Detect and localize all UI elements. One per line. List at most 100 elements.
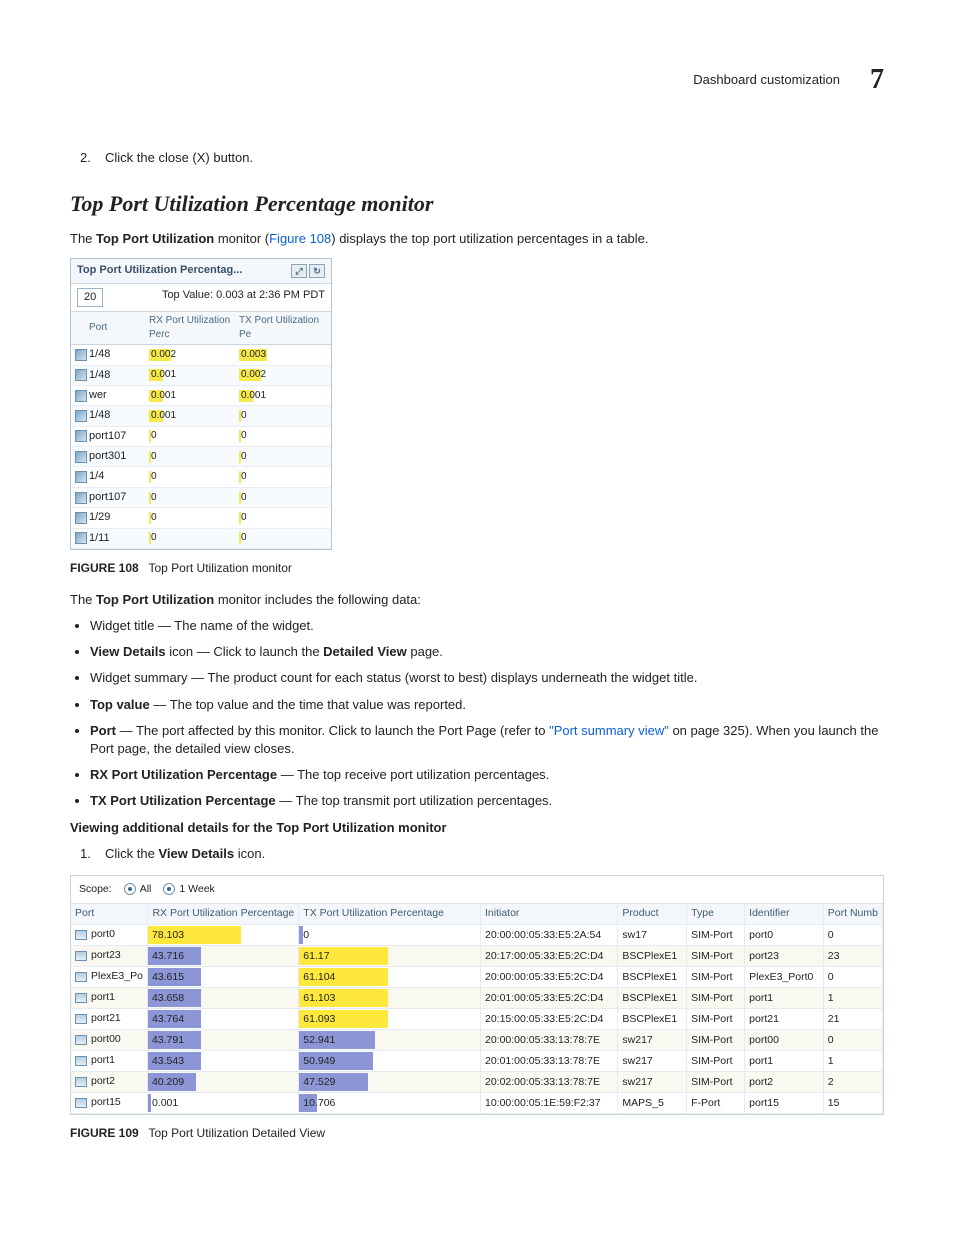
refresh-icon[interactable]: ↻ (309, 264, 325, 278)
rx-cell: 43.791 (148, 1030, 299, 1051)
port-cell: port1 (71, 1051, 148, 1072)
port-name: wer (89, 388, 149, 403)
widget-row[interactable]: 1/1100 (71, 529, 331, 549)
port-cell: PlexE3_Po (71, 967, 148, 988)
type-cell: SIM-Port (687, 988, 745, 1009)
step-text: Click the close (X) button. (105, 149, 253, 167)
tx-cell: 52.941 (299, 1030, 481, 1051)
view-details-icon[interactable]: ⤢ (291, 264, 307, 278)
col-product[interactable]: Product (618, 904, 687, 925)
col-initiator[interactable]: Initiator (480, 904, 617, 925)
col-identifier[interactable]: Identifier (745, 904, 824, 925)
col-tx[interactable]: TX Port Utilization Percentage (299, 904, 481, 925)
scope-radio-all[interactable]: All (124, 882, 152, 897)
tx-cell: 0 (239, 531, 329, 545)
initiator-cell: 20:15:00:05:33:E5:2C:D4 (480, 1009, 617, 1030)
port-icon (75, 349, 87, 361)
header-number: 7 (870, 60, 884, 99)
table-row[interactable]: port078.103020:00:00:05:33:E5:2A:54sw17S… (71, 924, 883, 946)
widget-row[interactable]: 1/400 (71, 467, 331, 487)
widget-row[interactable]: port10700 (71, 488, 331, 508)
tx-cell: 61.093 (299, 1009, 481, 1030)
table-row[interactable]: port2143.76461.09320:15:00:05:33:E5:2C:D… (71, 1009, 883, 1030)
rx-cell: 0 (149, 450, 239, 464)
type-cell: SIM-Port (687, 946, 745, 967)
widget-row[interactable]: port30100 (71, 447, 331, 467)
col-port-num[interactable]: Port Numb (823, 904, 882, 925)
table-row[interactable]: PlexE3_Po43.61561.10420:00:00:05:33:E5:2… (71, 967, 883, 988)
widget-row[interactable]: port10700 (71, 427, 331, 447)
port-name: port301 (89, 449, 149, 464)
top-port-utilization-detailed-view: Scope: All 1 Week Port RX Port Utilizati… (70, 875, 884, 1115)
identifier-cell: PlexE3_Port0 (745, 967, 824, 988)
product-cell: BSCPlexE1 (618, 946, 687, 967)
port-cell: port15 (71, 1093, 148, 1114)
tx-cell: 0 (299, 924, 481, 946)
initiator-cell: 20:00:00:05:33:E5:2C:D4 (480, 967, 617, 988)
rx-cell: 43.543 (148, 1051, 299, 1072)
figure-108-link[interactable]: Figure 108 (269, 231, 331, 246)
table-row[interactable]: port0043.79152.94120:00:00:05:33:13:78:7… (71, 1030, 883, 1051)
widget-table-header: Port RX Port Utilization Perc TX Port Ut… (71, 312, 331, 345)
port-cell: port0 (71, 925, 148, 946)
widget-row[interactable]: 1/480.0020.003 (71, 345, 331, 365)
initiator-cell: 20:00:00:05:33:13:78:7E (480, 1030, 617, 1051)
col-port[interactable]: Port (71, 904, 148, 925)
col-type[interactable]: Type (687, 904, 745, 925)
widget-row[interactable]: 1/480.0010.002 (71, 366, 331, 386)
port-cell: port1 (71, 988, 148, 1009)
identifier-cell: port23 (745, 946, 824, 967)
table-row[interactable]: port150.00110.70610:00:00:05:1E:59:F2:37… (71, 1093, 883, 1114)
feature-bullets: Widget title — The name of the widget. V… (90, 617, 884, 811)
bullet-tx: TX Port Utilization Percentage — The top… (90, 792, 884, 810)
rx-cell: 0 (149, 429, 239, 443)
port-icon (75, 972, 87, 982)
widget-top-value: Top Value: 0.003 at 2:36 PM PDT (162, 288, 325, 307)
rx-cell: 43.764 (148, 1009, 299, 1030)
rx-cell: 0.001 (148, 1093, 299, 1114)
step-number: 1. (80, 845, 95, 863)
port-name: 1/29 (89, 510, 149, 525)
rx-cell: 0 (149, 531, 239, 545)
rx-cell: 0.002 (149, 348, 239, 362)
table-row[interactable]: port2343.71661.1720:17:00:05:33:E5:2C:D4… (71, 946, 883, 967)
page-header: Dashboard customization 7 (70, 60, 884, 99)
col-rx: RX Port Utilization Perc (149, 314, 239, 342)
bullet-view-details: View Details icon — Click to launch the … (90, 643, 884, 661)
widget-row[interactable]: 1/480.0010 (71, 406, 331, 426)
port-num-cell: 21 (823, 1009, 882, 1030)
widget-row[interactable]: wer0.0010.001 (71, 386, 331, 406)
table-row[interactable]: port143.54350.94920:01:00:05:33:13:78:7E… (71, 1051, 883, 1072)
product-cell: BSCPlexE1 (618, 988, 687, 1009)
port-icon (75, 1035, 87, 1045)
port-icon (75, 410, 87, 422)
port-cell: port21 (71, 1009, 148, 1030)
tx-cell: 0.003 (239, 348, 329, 362)
rx-cell: 0.001 (149, 389, 239, 403)
figure-109-caption: FIGURE 109 Top Port Utilization Detailed… (70, 1125, 884, 1142)
col-rx[interactable]: RX Port Utilization Percentage (148, 904, 299, 925)
port-icon (75, 951, 87, 961)
scope-radio-1week[interactable]: 1 Week (163, 882, 214, 897)
table-row[interactable]: port143.65861.10320:01:00:05:33:E5:2C:D4… (71, 988, 883, 1009)
port-icon (75, 1098, 87, 1108)
rx-cell: 0.001 (149, 409, 239, 423)
port-icon (75, 1014, 87, 1024)
header-title: Dashboard customization (693, 71, 840, 89)
tx-cell: 0 (239, 470, 329, 484)
rx-cell: 0.001 (149, 368, 239, 382)
product-cell: sw217 (618, 1051, 687, 1072)
product-cell: BSCPlexE1 (618, 967, 687, 988)
product-cell: sw17 (618, 924, 687, 946)
initiator-cell: 20:01:00:05:33:E5:2C:D4 (480, 988, 617, 1009)
port-name: 1/48 (89, 408, 149, 423)
table-row[interactable]: port240.20947.52920:02:00:05:33:13:78:7E… (71, 1072, 883, 1093)
product-cell: sw217 (618, 1072, 687, 1093)
rx-cell: 78.103 (148, 924, 299, 946)
port-icon (75, 451, 87, 463)
port-summary-link[interactable]: "Port summary view" (549, 723, 669, 738)
widget-row[interactable]: 1/2900 (71, 508, 331, 528)
tx-cell: 47.529 (299, 1072, 481, 1093)
port-name: 1/4 (89, 469, 149, 484)
port-num-cell: 2 (823, 1072, 882, 1093)
